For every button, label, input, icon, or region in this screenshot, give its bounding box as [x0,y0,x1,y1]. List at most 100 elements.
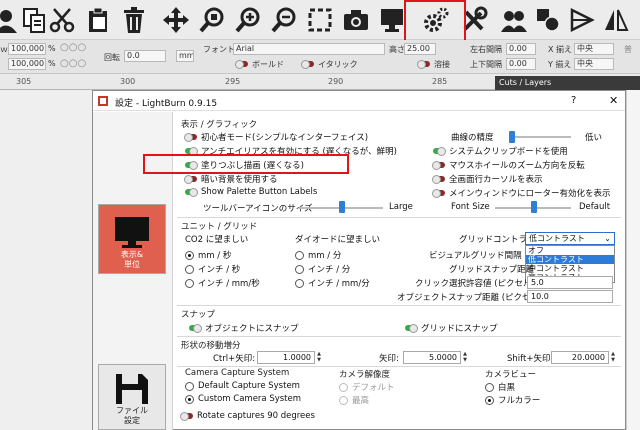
font-size-handle[interactable] [531,201,537,213]
radio-button[interactable] [295,250,304,260]
cuts-layers-panel-title[interactable]: Cuts / Layers [495,76,640,90]
radio-button[interactable] [295,278,304,288]
click-tolerance-input[interactable]: 5.0 [527,276,613,289]
align-x-select[interactable]: 中央 [574,43,614,55]
close-button[interactable]: ✕ [609,94,618,107]
rotary-toggle[interactable]: メインウィンドウにローター有効化を表示 [432,187,611,199]
radio-button[interactable] [185,381,194,391]
rotate-label: 回転 [104,53,120,62]
weld-toggle[interactable] [417,60,430,69]
move-icon[interactable] [160,4,192,36]
toggle-switch[interactable] [405,324,418,333]
arrow-spinner[interactable]: ▲ ▼ [461,351,469,364]
capture-system-option[interactable]: Custom Camera System [185,394,301,404]
co2-unit-option[interactable]: インチ / 秒 [185,263,240,275]
radio-button[interactable] [185,264,194,274]
triangle-icon[interactable] [566,4,598,36]
x-scale-input[interactable]: 100,000 [8,43,46,55]
dropdown-option[interactable]: 中コントラスト [526,264,614,273]
curve-precision-slider[interactable] [509,136,571,138]
help-button[interactable]: ? [571,95,576,106]
dialog-title: 設定 - LightBurn 0.9.15 [115,99,218,109]
co2-unit-option[interactable]: mm / 秒 [185,249,231,261]
users-icon[interactable] [498,4,530,36]
cut-icon[interactable] [46,4,78,36]
dropdown-option[interactable]: オフ [526,246,614,255]
radio-button[interactable] [185,250,194,260]
fullscreen-cursor-toggle[interactable]: 全画面行カーソルを表示 [432,173,543,185]
align-y-select[interactable]: 中央 [574,58,614,70]
divider [177,336,621,337]
height-input[interactable]: 25.00 [404,43,436,55]
curve-precision-handle[interactable] [509,131,515,143]
toggle-switch[interactable] [185,188,198,197]
camera-view-option[interactable]: フルカラー [485,394,540,406]
clipboard-toggle[interactable]: システムクリップボードを使用 [433,145,568,157]
font-label: フォント [203,45,235,54]
camera-view-option[interactable]: 白黒 [485,381,515,393]
dialog-titlebar[interactable]: 設定 - LightBurn 0.9.15 ? ✕ [93,91,625,111]
object-snap-distance-input[interactable]: 10.0 [527,290,613,303]
zoom-out-icon[interactable] [268,4,300,36]
radio-button[interactable] [185,278,194,288]
toggle-switch[interactable] [432,189,445,198]
toggle-switch[interactable] [432,175,445,184]
radio-button[interactable] [339,395,348,405]
toggle-switch[interactable] [180,412,193,421]
hspace-input[interactable]: 0.00 [506,43,536,55]
dark-bg-toggle[interactable]: 暗い背景を使用する [184,173,278,185]
palette-labels-toggle[interactable]: Show Palette Button Labels [185,187,317,197]
grid-contrast-select[interactable]: 低コントラスト ⌄ [525,232,615,245]
rotate-captures-toggle[interactable]: Rotate captures 90 degrees [180,411,315,421]
toggle-switch[interactable] [432,161,445,170]
radio-button[interactable] [339,382,348,392]
diode-unit-option[interactable]: インチ / mm/分 [295,277,370,289]
capture-system-option[interactable]: Default Capture System [185,381,300,391]
arrow-input[interactable]: 5.0000 [403,351,461,364]
anchor-grid-icon[interactable]: ○○○ [60,42,86,53]
beginner-mode-toggle[interactable]: 初心者モード(シンプルなインターフェイス) [184,131,368,143]
vspace-input[interactable]: 0.00 [506,58,536,70]
radio-button[interactable] [295,264,304,274]
ctrl-arrow-input[interactable]: 1.0000 [257,351,315,364]
toggle-switch[interactable] [189,324,202,333]
dropdown-option[interactable]: 低コントラスト [526,255,614,264]
grid-snap-toggle[interactable]: グリッドにスナップ [405,322,498,334]
resolution-option[interactable]: デフォルト [339,381,395,393]
delete-icon[interactable] [118,4,150,36]
shift-arrow-spinner[interactable]: ▲ ▼ [609,351,617,364]
toggle-switch[interactable] [433,147,446,156]
paste-icon[interactable] [82,4,114,36]
zoom-icon[interactable] [196,4,228,36]
unit-mm-button[interactable]: mm [176,50,194,62]
resolution-option[interactable]: 最高 [339,394,369,406]
toolbar-icon-size-handle[interactable] [339,201,345,213]
shapes-icon[interactable] [532,4,564,36]
align-x-extra: 普 [624,45,632,54]
select-frame-icon[interactable] [304,4,336,36]
radio-button[interactable] [485,395,494,405]
bold-toggle[interactable] [235,60,248,69]
co2-unit-option[interactable]: インチ / mm/秒 [185,277,260,289]
toggle-switch[interactable] [184,175,197,184]
flip-icon[interactable] [600,4,632,36]
anchor-grid-icon-2[interactable]: ○○○ [60,58,86,69]
italic-toggle[interactable] [301,60,314,69]
sidebar-item-file-settings[interactable]: ファイル 設定 [98,364,166,430]
zoom-in-icon[interactable] [232,4,264,36]
diode-unit-option[interactable]: mm / 分 [295,249,341,261]
radio-button[interactable] [485,382,494,392]
y-scale-input[interactable]: 100,000 [8,58,46,70]
font-select[interactable]: Arial [233,43,385,55]
rotate-input[interactable]: 0.0 [124,50,166,62]
radio-button[interactable] [185,394,194,404]
toggle-label: メインウィンドウにローター有効化を表示 [449,189,611,199]
shift-arrow-input[interactable]: 20.0000 [551,351,609,364]
ctrl-arrow-spinner[interactable]: ▲ ▼ [315,351,323,364]
sidebar-item-display-units[interactable]: 表示& 単位 [98,204,166,274]
object-snap-toggle[interactable]: オブジェクトにスナップ [189,322,299,334]
toggle-switch[interactable] [184,133,197,142]
camera-icon[interactable] [340,4,372,36]
diode-unit-option[interactable]: インチ / 分 [295,263,350,275]
zoom-direction-toggle[interactable]: マウスホイールのズーム方向を反転 [432,159,585,171]
